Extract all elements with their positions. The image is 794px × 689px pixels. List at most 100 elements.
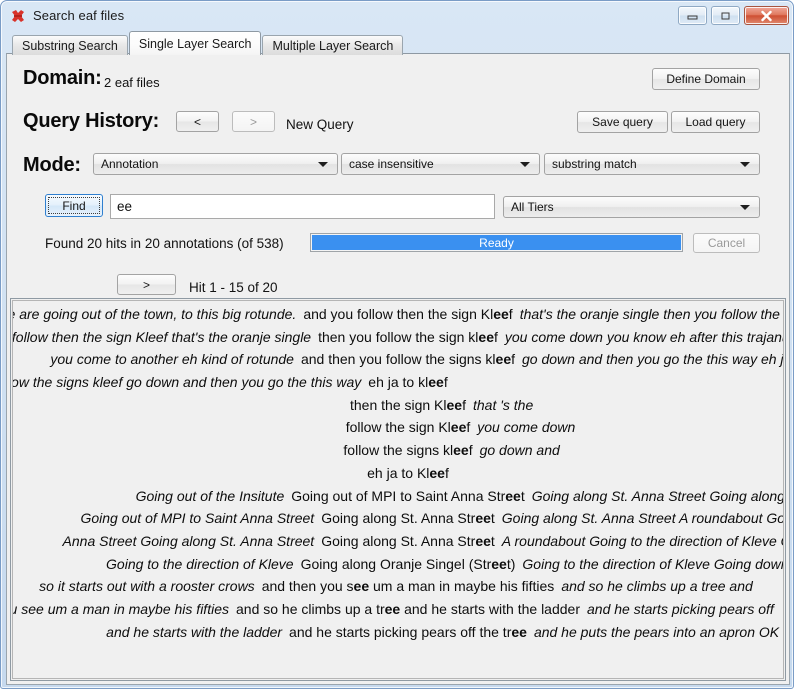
kwic-hit-text: follow the signs kleef — [343, 442, 473, 459]
kwic-left-context: you see um a man in maybe his fifties — [12, 600, 229, 617]
mode-case-value: case insensitive — [349, 157, 434, 171]
close-icon — [760, 10, 773, 22]
kwic-left-context: so it starts out with a rooster crows — [39, 578, 255, 595]
kwic-result-row[interactable]: then the sign Kleef that 's the — [13, 394, 783, 417]
kwic-hit-text: eh ja to Kleef — [367, 464, 449, 481]
query-history-next-button[interactable]: > — [232, 111, 275, 132]
kwic-match-term: ee — [450, 419, 467, 436]
minimize-icon — [687, 11, 698, 20]
chevron-down-icon — [318, 162, 328, 167]
tab-label: Multiple Layer Search — [272, 38, 394, 53]
window-controls — [678, 6, 789, 25]
kwic-left-context: Going to the direction of Kleve — [106, 555, 294, 572]
search-eaf-files-window: Search eaf files Substring Search Single… — [0, 0, 794, 689]
define-domain-button[interactable]: Define Domain — [652, 68, 760, 90]
elan-logo-icon — [10, 8, 26, 24]
kwic-hit-text: then the sign Kleef — [350, 396, 466, 413]
kwic-hit-text: and so he climbs up a tree and he starts… — [236, 600, 580, 617]
maximize-icon — [720, 11, 731, 21]
kwic-right-context: Going along St. Anna Street A roundabout… — [501, 510, 784, 527]
kwic-match-term: ee — [495, 351, 512, 368]
kwic-right-context: go down and — [479, 442, 560, 459]
kwic-result-row[interactable]: and he starts with the ladder and he star… — [13, 621, 783, 644]
mode-type-value: Annotation — [101, 157, 159, 171]
kwic-result-row[interactable]: you follow the signs kleef go down and t… — [12, 371, 783, 394]
kwic-left-context: you follow the signs kleef go down and t… — [12, 374, 362, 391]
tab-single-layer-search[interactable]: Single Layer Search — [128, 31, 262, 55]
domain-value: 2 eaf files — [104, 75, 160, 90]
kwic-result-row[interactable]: follow the signs kleef go down and — [13, 439, 783, 462]
kwic-right-context: that 's the — [472, 396, 534, 413]
tab-label: Single Layer Search — [138, 36, 252, 51]
kwic-match-term: ee — [478, 328, 494, 345]
kwic-left-context: Going out of the Insitute — [135, 487, 285, 504]
tab-substring-search[interactable]: Substring Search — [12, 35, 128, 55]
kwic-match-term: ee — [475, 510, 491, 527]
kwic-hit-text: eh ja to kleef — [368, 374, 448, 391]
mode-case-combo[interactable]: case insensitive — [341, 153, 540, 175]
tab-multiple-layer-search[interactable]: Multiple Layer Search — [262, 35, 404, 55]
kwic-right-context: and so he climbs up a tree and — [561, 578, 753, 595]
kwic-right-context: you come down you know eh after this tra… — [504, 328, 783, 345]
tier-select-combo[interactable]: All Tiers — [503, 196, 760, 218]
query-history-prev-button[interactable]: < — [176, 111, 219, 132]
kwic-result-row[interactable]: eh ja to Kleef — [13, 462, 783, 485]
kwic-match-term: ee — [428, 374, 444, 391]
kwic-right-context: A roundabout Going to the direction of K… — [501, 532, 783, 549]
kwic-right-context: and he starts picking pears off — [587, 600, 774, 617]
kwic-result-row[interactable]: Going out of the Insitute Going out of MP… — [13, 485, 784, 508]
search-input[interactable]: ee — [110, 194, 495, 219]
kwic-hit-text: Going along St. Anna Street — [321, 532, 495, 549]
kwic-left-context: we are going out of the town, to this bi… — [12, 306, 297, 322]
kwic-match-term: ee — [429, 464, 445, 481]
save-query-button[interactable]: Save query — [577, 111, 668, 133]
kwic-hit-text: and he starts picking pears off the tree — [289, 623, 527, 640]
minimize-button[interactable] — [678, 6, 707, 25]
kwic-match-term: ee — [453, 442, 469, 459]
close-button[interactable] — [744, 6, 789, 25]
kwic-left-context: Going out of MPI to Saint Anna Street — [80, 510, 315, 527]
found-hits-status: Found 20 hits in 20 annotations (of 538) — [45, 236, 284, 251]
kwic-match-term: ee — [475, 532, 491, 549]
kwic-result-row[interactable]: follow the sign Kleef you come down — [13, 416, 783, 439]
progress-label: Ready — [479, 235, 514, 250]
kwic-hit-text: Going along Oranje Singel (Street) — [300, 555, 516, 572]
mode-type-combo[interactable]: Annotation — [93, 153, 338, 175]
kwic-hit-text: follow the sign Kleef — [345, 419, 471, 436]
search-input-value: ee — [117, 199, 133, 214]
kwic-right-context: Going to the direction of Kleve Going do… — [522, 555, 783, 572]
cancel-button[interactable]: Cancel — [693, 233, 760, 253]
hit-range-label: Hit 1 - 15 of 20 — [189, 280, 278, 295]
search-results-viewport[interactable]: we are going out of the town, to this bi… — [12, 300, 784, 679]
kwic-result-row[interactable]: we are going out of the town, to this bi… — [12, 303, 783, 326]
query-history-label: Query History: — [23, 110, 160, 132]
kwic-right-context: you come down — [477, 419, 576, 436]
chevron-down-icon — [740, 205, 750, 210]
search-results-panel[interactable]: we are going out of the town, to this bi… — [10, 298, 786, 681]
next-hits-button[interactable]: > — [117, 274, 176, 295]
kwic-right-context: Going along St. Anna Street Going along … — [531, 487, 784, 504]
load-query-button[interactable]: Load query — [671, 111, 760, 133]
kwic-hit-text: and then you follow the signs kleef — [300, 351, 516, 368]
kwic-left-context: you come to another eh kind of rotunde — [50, 351, 294, 368]
mode-label: Mode: — [23, 154, 81, 176]
kwic-right-context: go down and then you go the this way eh … — [522, 351, 784, 368]
kwic-result-row[interactable]: Anna Street Going along St. Anna Street G… — [13, 530, 783, 553]
kwic-left-context: Anna Street Going along St. Anna Street — [62, 532, 315, 549]
single-layer-search-panel: Domain: 2 eaf files Define Domain Query … — [6, 53, 790, 685]
kwic-result-row[interactable]: Going to the direction of Kleve Going alo… — [13, 553, 783, 576]
kwic-result-row[interactable]: you see um a man in maybe his fifties and… — [12, 598, 783, 621]
kwic-result-row[interactable]: and you follow then the sign Kleef that'… — [13, 326, 783, 349]
maximize-button[interactable] — [711, 6, 740, 25]
kwic-result-row[interactable]: you come to another eh kind of rotunde an… — [13, 348, 784, 371]
query-history-status: New Query — [286, 117, 354, 132]
find-button[interactable]: Find — [45, 194, 103, 217]
kwic-result-row[interactable]: Going out of MPI to Saint Anna Street Goi… — [13, 507, 784, 530]
kwic-result-row[interactable]: so it starts out with a rooster crows and… — [13, 575, 783, 598]
kwic-match-term: ee — [505, 487, 521, 504]
mode-match-combo[interactable]: substring match — [544, 153, 760, 175]
kwic-hit-text: and then you see um a man in maybe his f… — [261, 578, 555, 595]
kwic-match-term: ee — [493, 306, 509, 322]
kwic-match-term: ee — [491, 555, 507, 572]
window-title: Search eaf files — [33, 7, 125, 23]
